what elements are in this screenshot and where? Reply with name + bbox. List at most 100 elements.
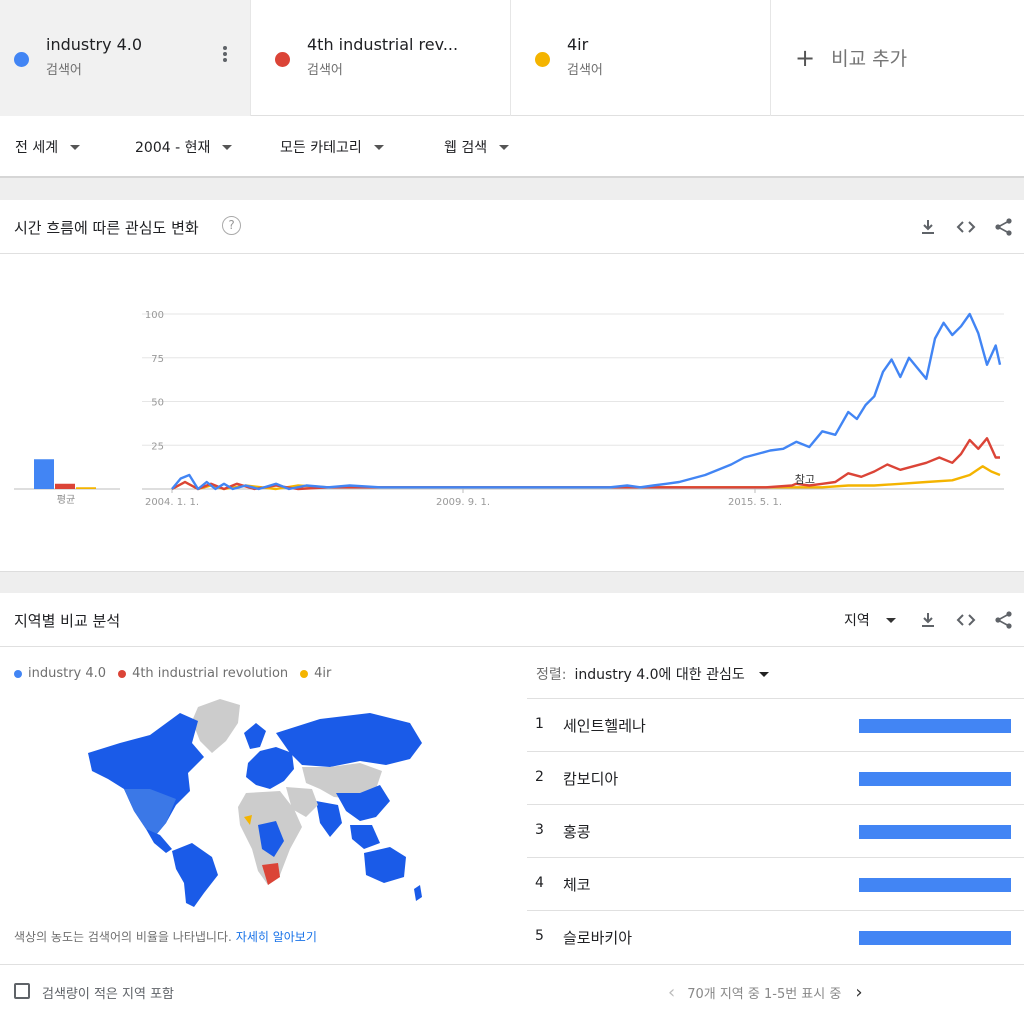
sort-value: industry 4.0에 대한 관심도: [574, 667, 745, 683]
y-tick-label: 75: [151, 354, 164, 365]
add-comparison-button[interactable]: + 비교 추가: [771, 0, 1024, 116]
search-type-filter[interactable]: 웹 검색: [444, 137, 510, 157]
note-annotation[interactable]: 참고: [795, 473, 815, 486]
x-tick-label: 2004. 1. 1.: [145, 497, 199, 508]
download-icon[interactable]: [918, 217, 938, 237]
interest-bar: [859, 719, 1011, 733]
x-tick-label: 2015. 5. 1.: [728, 497, 782, 508]
interest-bar: [859, 825, 1011, 839]
download-icon[interactable]: [918, 610, 938, 630]
search-type-filter-label: 웹 검색: [444, 140, 488, 156]
pagination: ‹ 70개 지역 중 1-5번 표시 중 ›: [668, 983, 863, 1002]
pagination-text: 70개 지역 중 1-5번 표시 중: [687, 987, 842, 1002]
series-color-dot: [535, 52, 550, 67]
map-region-russia[interactable]: [276, 713, 422, 767]
share-icon[interactable]: [994, 610, 1014, 630]
legend-item: 4ir: [300, 666, 331, 681]
interest-over-time-chart: 평균 25 50 75 100 2004. 1. 1. 2009. 9. 1. 2015. …: [14, 310, 1004, 508]
more-vert-icon[interactable]: [218, 45, 232, 65]
legend-label: industry 4.0: [28, 666, 107, 681]
term-name: industry 4.0: [46, 35, 143, 54]
dropdown-caret-icon: [70, 144, 81, 150]
learn-more-link[interactable]: 자세히 알아보기: [236, 930, 317, 944]
legend-dot: [300, 669, 309, 678]
ranking-row[interactable]: 5 슬로바키아: [527, 910, 1024, 963]
ranking-row[interactable]: 2 캄보디아: [527, 751, 1024, 804]
map-region-india[interactable]: [316, 801, 342, 837]
series-color-dot: [14, 52, 29, 67]
map-legend: industry 4.0 4th industrial revolution 4…: [14, 666, 343, 681]
map-note-text: 색상의 농도는 검색어의 비율을 나타냅니다.: [14, 930, 232, 944]
map-region-south-africa[interactable]: [262, 863, 280, 885]
term-type: 검색어: [307, 63, 343, 78]
world-map[interactable]: [80, 693, 430, 913]
map-region-scandinavia[interactable]: [244, 723, 266, 749]
average-bar: [76, 487, 96, 489]
chart-grid: 25 50 75 100 2004. 1. 1. 2009. 9. 1. 2015. 5. …: [142, 310, 1004, 508]
term-card-4ir[interactable]: 4ir 검색어: [511, 0, 771, 116]
map-region-south-america[interactable]: [172, 843, 218, 907]
map-region-greenland[interactable]: [192, 699, 240, 753]
map-region-europe[interactable]: [246, 747, 294, 789]
term-card-4th-industrial-revolution[interactable]: 4th industrial rev... 검색어: [251, 0, 511, 116]
region-level-dropdown[interactable]: 지역: [844, 610, 896, 630]
interest-bar: [859, 878, 1011, 892]
low-volume-checkbox[interactable]: [14, 983, 30, 999]
map-note: 색상의 농도는 검색어의 비율을 나타냅니다. 자세히 알아보기: [14, 928, 317, 945]
low-volume-label: 검색량이 적은 지역 포함: [42, 987, 174, 1002]
dropdown-caret-icon: [499, 144, 510, 150]
category-filter[interactable]: 모든 카테고리: [280, 137, 384, 157]
chevron-right-icon[interactable]: ›: [855, 983, 862, 1002]
map-region-central-america[interactable]: [146, 829, 172, 853]
region-name: 홍콩: [563, 823, 591, 841]
rank-number: 2: [535, 769, 544, 785]
dropdown-caret-icon: [758, 671, 769, 677]
card-title: 지역별 비교 분석: [14, 612, 121, 630]
region-filter[interactable]: 전 세계: [15, 137, 81, 157]
map-region-australia[interactable]: [364, 847, 406, 883]
term-bar: industry 4.0 검색어 4th industrial rev... 검…: [0, 0, 1024, 116]
region-level-label: 지역: [844, 613, 870, 629]
ranking-row[interactable]: 1 세인트헬레나: [527, 698, 1024, 751]
chevron-left-icon[interactable]: ‹: [668, 983, 675, 1002]
term-type: 검색어: [567, 63, 603, 78]
embed-code-icon[interactable]: [956, 217, 976, 237]
term-name: 4th industrial rev...: [307, 35, 459, 54]
series-line: [171, 437, 1000, 491]
ranking-row[interactable]: 3 홍콩: [527, 804, 1024, 857]
y-tick-label: 25: [151, 441, 164, 452]
sort-label: 정렬:: [536, 667, 567, 683]
term-card-industry-4-0[interactable]: industry 4.0 검색어: [0, 0, 251, 116]
region-filter-label: 전 세계: [15, 140, 59, 156]
map-region-new-zealand[interactable]: [414, 885, 422, 901]
help-circle-icon[interactable]: ?: [222, 216, 241, 235]
embed-code-icon[interactable]: [956, 610, 976, 630]
map-region-southeast-asia[interactable]: [350, 825, 380, 849]
region-name: 세인트헬레나: [563, 717, 646, 735]
legend-label: 4th industrial revolution: [132, 666, 289, 681]
card-divider: [0, 964, 1024, 965]
average-bars: 평균: [14, 459, 120, 506]
region-name: 캄보디아: [563, 770, 619, 788]
period-filter[interactable]: 2004 - 현재: [135, 137, 233, 157]
regional-comparison-card: 지역별 비교 분석 지역 industry 4.0 4th industrial…: [0, 593, 1024, 1015]
y-tick-label: 50: [151, 398, 164, 409]
card-title: 시간 흐름에 따른 관심도 변화: [14, 219, 199, 237]
ranking-row[interactable]: 4 체코: [527, 857, 1024, 910]
rank-number: 5: [535, 928, 544, 944]
share-icon[interactable]: [994, 217, 1014, 237]
dropdown-caret-icon: [885, 617, 896, 623]
interest-bar: [859, 931, 1011, 945]
sort-dropdown[interactable]: 정렬: industry 4.0에 대한 관심도: [536, 664, 769, 684]
term-type: 검색어: [46, 63, 82, 78]
region-name: 슬로바키아: [563, 929, 633, 947]
legend-dot: [14, 669, 22, 678]
average-bar: [55, 483, 75, 489]
filter-bar: 전 세계 2004 - 현재 모든 카테고리 웹 검색: [0, 116, 1024, 178]
dropdown-caret-icon: [222, 144, 233, 150]
interest-bar: [859, 772, 1011, 786]
rank-number: 3: [535, 822, 544, 838]
y-tick-label: 100: [145, 310, 164, 321]
term-name: 4ir: [567, 35, 589, 54]
legend-item: industry 4.0: [14, 666, 106, 681]
